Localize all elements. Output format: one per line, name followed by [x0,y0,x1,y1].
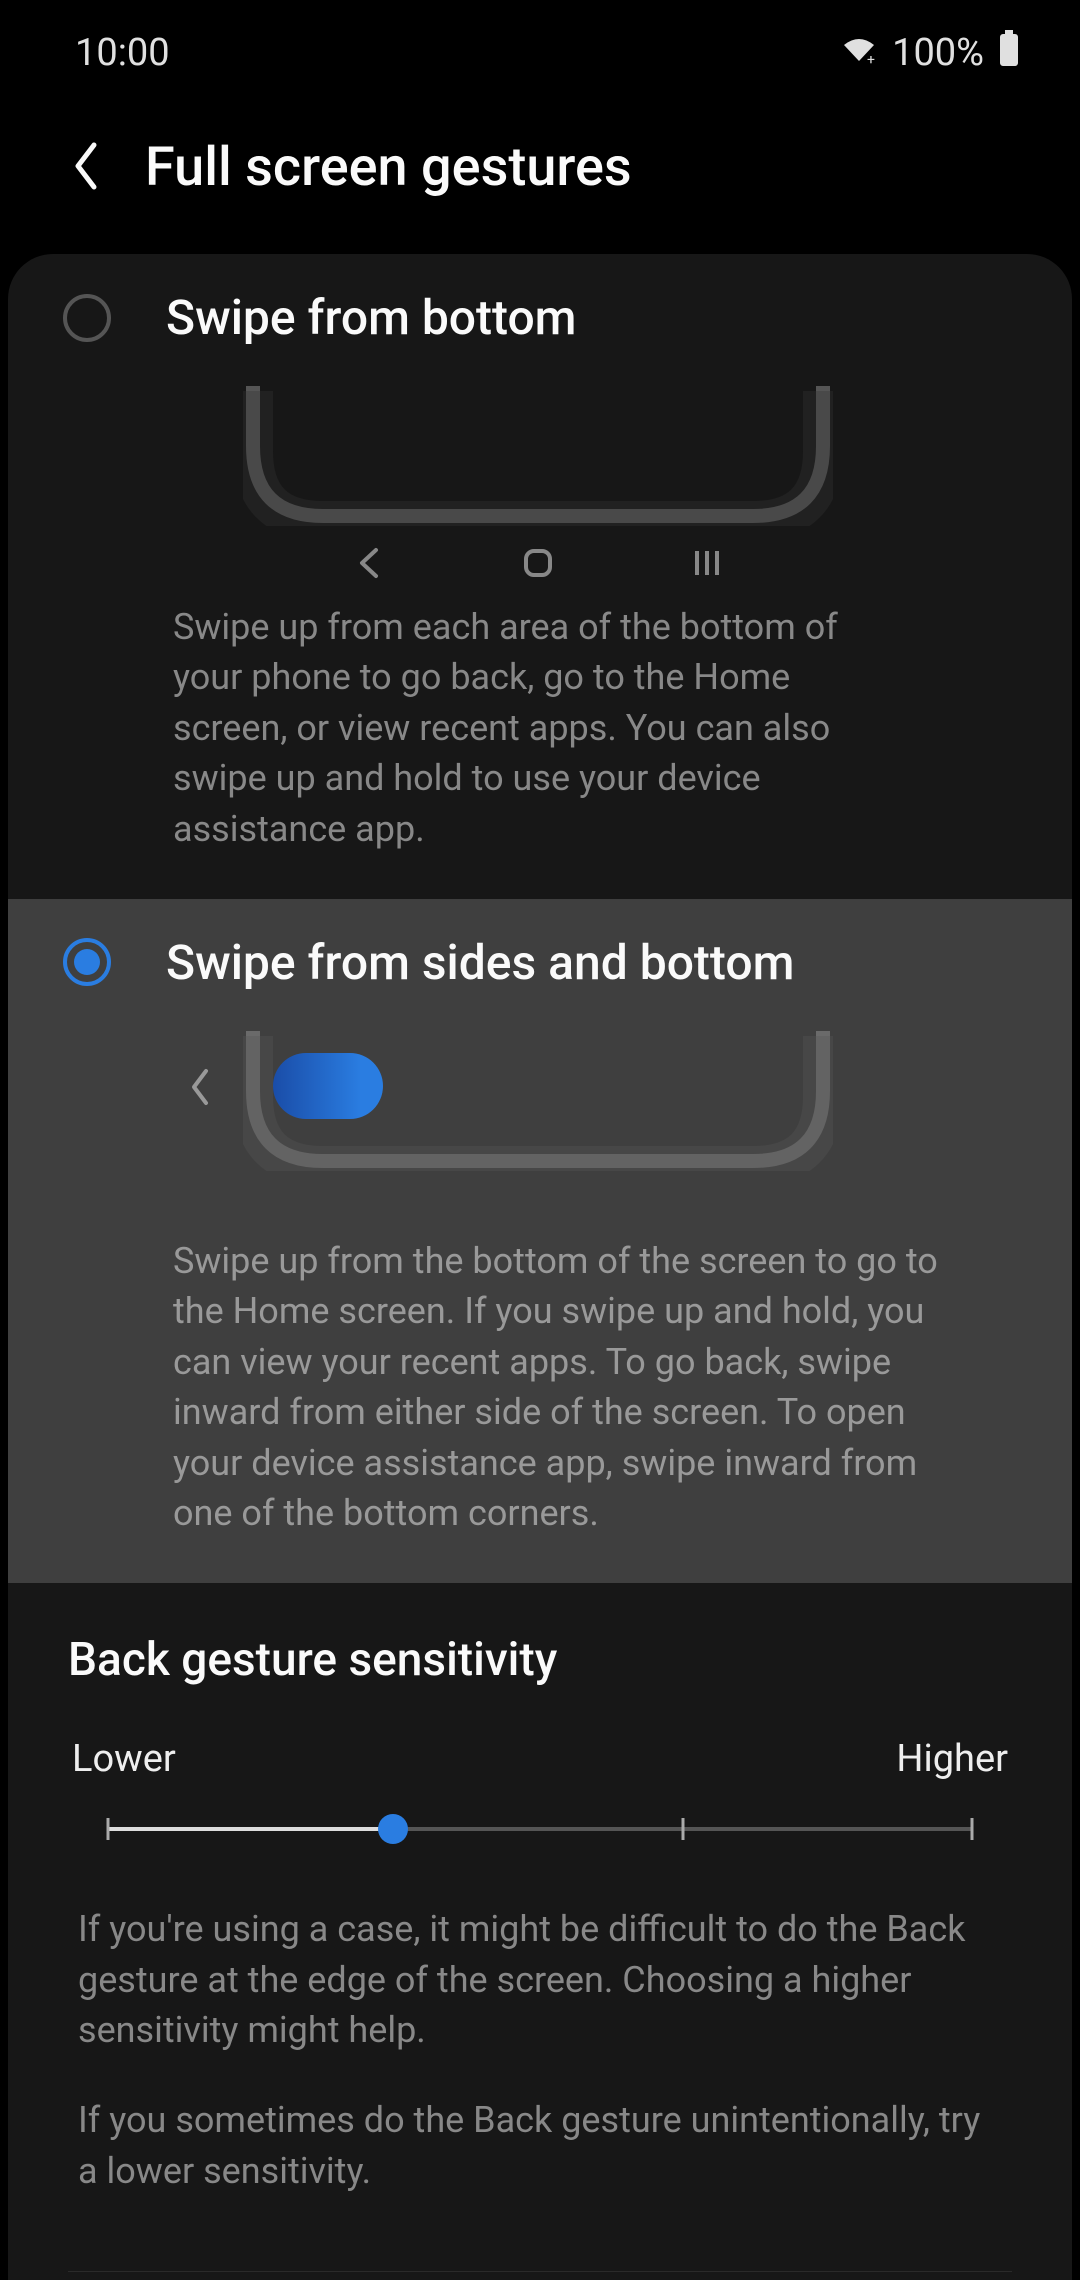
slider-label-higher: Higher [896,1737,1008,1781]
preview-swipe-bottom [243,386,833,526]
clock: 10:00 [75,31,170,75]
page-title: Full screen gestures [145,136,632,199]
option-swipe-sides-bottom[interactable]: Swipe from sides and bottom Swipe up fro… [8,899,1072,1583]
sensitivity-slider[interactable] [108,1809,972,1849]
sensitivity-hint: If you sometimes do the Back gesture uni… [68,2095,1012,2196]
toggle-back-gesture-keyboard[interactable]: Allow back gesture on keyboard [8,2272,1072,2280]
option-swipe-bottom[interactable]: Swipe from bottom Swipe up f [8,254,1072,899]
status-bar: 10:00 + 100% [0,0,1080,96]
option-label: Swipe from bottom [166,289,577,346]
nav-recents-icon [690,546,724,584]
header: Full screen gestures [0,96,1080,254]
back-gesture-icon [188,1067,212,1111]
option-label: Swipe from sides and bottom [166,934,794,991]
settings-card: Swipe from bottom Swipe up f [8,254,1072,2280]
option-description: Swipe up from the bottom of the screen t… [63,1236,1012,1538]
battery-pct: 100% [892,31,984,75]
wifi-icon: + [840,31,878,75]
sensitivity-title: Back gesture sensitivity [68,1633,1012,1687]
nav-home-icon [521,546,555,584]
sensitivity-section: Back gesture sensitivity Lower Higher If… [8,1583,1072,2226]
nav-icons-preview [63,546,1012,584]
battery-icon [998,30,1020,76]
slider-label-lower: Lower [72,1737,176,1781]
preview-swipe-sides-bottom [243,1031,833,1171]
sensitivity-hint: If you're using a case, it might be diff… [68,1904,1012,2055]
radio-swipe-sides-bottom[interactable] [63,938,111,986]
gesture-indicator-icon [273,1053,383,1119]
nav-back-icon [352,546,386,584]
back-icon[interactable] [70,141,100,195]
radio-swipe-bottom[interactable] [63,294,111,342]
option-description: Swipe up from each area of the bottom of… [63,602,1012,854]
slider-thumb[interactable] [378,1814,408,1844]
svg-text:+: + [867,52,875,65]
